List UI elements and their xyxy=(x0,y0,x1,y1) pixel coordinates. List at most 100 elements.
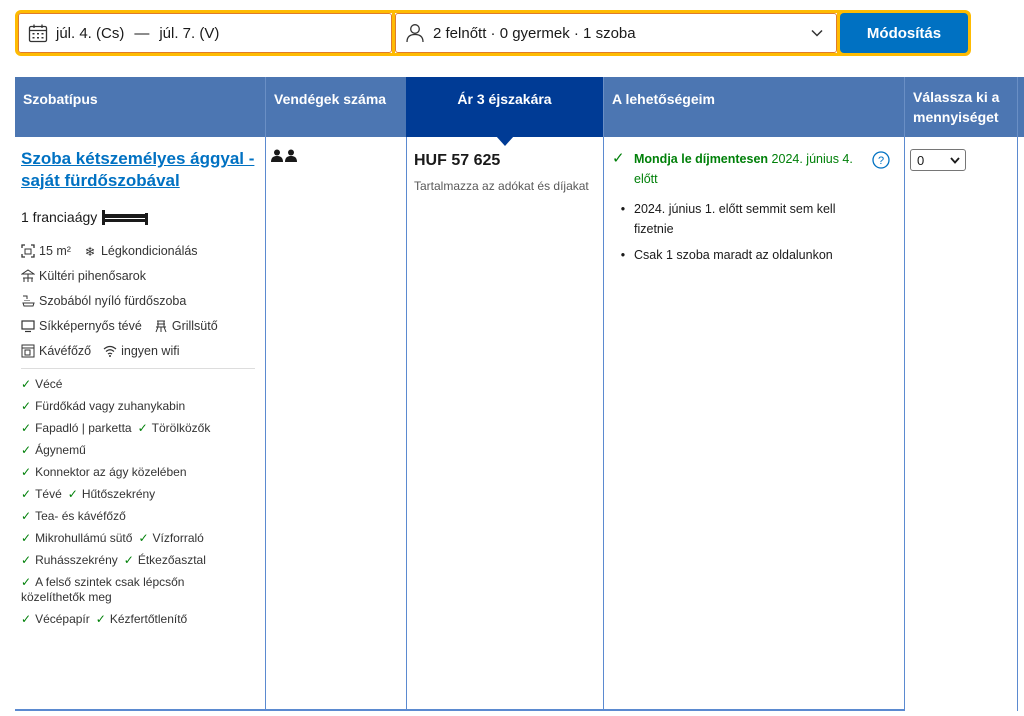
date-picker[interactable]: júl. 4. (Cs) — júl. 7. (V) xyxy=(15,10,395,56)
check-icon: ✓ xyxy=(612,150,625,167)
room-type-cell: Szoba kétszemélyes ággyal - saját fürdős… xyxy=(21,137,261,711)
price-note: Tartalmazza az adókat és díjakat xyxy=(414,179,589,193)
pay-later-row: • 2024. június 1. előtt semmit sem kell … xyxy=(612,199,897,239)
amenity-item: ✓ Tévé ✓ Hűtőszekrény xyxy=(21,487,156,501)
check-out-date: júl. 7. (V) xyxy=(159,24,220,42)
guests-cell xyxy=(271,137,401,711)
facility-coffee: Kávéfőző xyxy=(39,344,92,358)
bullet: • xyxy=(620,248,626,262)
amenity-item: ✓ A felső szintek csak lépcsőn közelíthet… xyxy=(21,575,185,604)
options-cell: ✓ Mondja le díjmentesen 2024. június 4. … xyxy=(612,137,897,711)
facility-grill: Grillsütő xyxy=(171,319,218,333)
check-icon: ✓ xyxy=(137,421,148,435)
header-extra xyxy=(1017,77,1024,137)
chevron-down-icon xyxy=(811,29,823,37)
facility-row: Kávéfőző ingyen wifi xyxy=(21,344,261,358)
amenity-item: ✓ Fürdőkád vagy zuhanykabin xyxy=(21,399,186,413)
bullet: • xyxy=(620,202,626,216)
amenity-item: ✓ Ágynemű xyxy=(21,443,86,457)
check-icon: ✓ xyxy=(123,553,134,567)
divider xyxy=(21,368,255,369)
facility-ac: Légkondicionálás xyxy=(100,244,198,258)
header-options: A lehetőségeim xyxy=(603,77,904,137)
header-quantity: Válassza ki a mennyiséget xyxy=(904,77,1017,137)
bed-info: 1 franciaágy xyxy=(21,208,261,226)
facility-tv: Síkképernyős tévé xyxy=(39,319,142,333)
amenity-item: ✓ Ruhásszekrény ✓ Étkezőasztal xyxy=(21,553,206,567)
quantity-value: 0 xyxy=(917,152,925,168)
check-icon: ✓ xyxy=(21,399,32,413)
chevron-down-icon xyxy=(950,156,960,164)
room-title-link[interactable]: Szoba kétszemélyes ággyal - saját fürdős… xyxy=(21,148,261,192)
column-divider xyxy=(904,137,905,711)
last-room-row: • Csak 1 szoba maradt az oldalunkon xyxy=(612,245,897,265)
amenity-item: ✓ Tea- és kávéfőző xyxy=(21,509,126,523)
patio-icon xyxy=(21,269,35,283)
bathroom-icon xyxy=(21,294,35,308)
column-divider xyxy=(1017,137,1018,711)
facility-row: 15 m² ❄ Légkondicionálás xyxy=(21,244,261,259)
wifi-icon xyxy=(103,344,117,358)
guests-selector[interactable]: 2 felnőtt · 0 gyermek · 1 szoba xyxy=(395,10,840,56)
free-cancellation-row: ✓ Mondja le díjmentesen 2024. június 4. … xyxy=(612,149,897,189)
check-icon: ✓ xyxy=(67,487,78,501)
check-icon: ✓ xyxy=(95,612,106,626)
amenity-item: ✓ Konnektor az ágy közelében xyxy=(21,465,187,479)
snowflake-icon: ❄ xyxy=(84,244,96,259)
tv-icon xyxy=(21,319,35,333)
svg-text:?: ? xyxy=(878,155,884,167)
check-icon: ✓ xyxy=(21,487,32,501)
header-room-type: Szobatípus xyxy=(15,77,265,137)
price-amount: HUF 57 625 xyxy=(414,152,501,169)
two-persons-icon xyxy=(271,149,297,162)
room-size-icon xyxy=(21,244,35,258)
modify-button[interactable]: Módosítás xyxy=(840,13,968,53)
check-icon: ✓ xyxy=(21,421,32,435)
amenity-item: ✓ Mikrohullámú sütő ✓ Vízforraló xyxy=(21,531,204,545)
check-icon: ✓ xyxy=(21,575,32,589)
last-room-text: Csak 1 szoba maradt az oldalunkon xyxy=(634,248,833,262)
column-divider xyxy=(406,137,407,711)
check-icon: ✓ xyxy=(138,531,149,545)
header-price: Ár 3 éjszakára xyxy=(406,77,603,146)
bed-label: 1 franciaágy xyxy=(21,209,98,225)
free-cancellation-bold: Mondja le díjmentesen xyxy=(634,152,769,166)
column-divider xyxy=(265,137,266,711)
check-icon: ✓ xyxy=(21,612,32,626)
amenity-item: ✓ Vécépapír ✓ Kézfertőtlenítő xyxy=(21,612,188,626)
facility-patio: Kültéri pihenősarok xyxy=(39,269,147,283)
facility-row: Kültéri pihenősarok xyxy=(21,269,261,283)
date-separator: — xyxy=(134,24,150,42)
check-icon: ✓ xyxy=(21,443,32,457)
free-cancellation-text: Mondja le díjmentesen 2024. június 4. el… xyxy=(634,149,864,189)
check-icon: ✓ xyxy=(21,465,32,479)
facility-row: Síkképernyős tévé Grillsütő xyxy=(21,319,261,333)
room-table: Szobatípus Vendégek száma Ár 3 éjszakára… xyxy=(15,77,1024,711)
price-cell: HUF 57 625 Tartalmazza az adókat és díja… xyxy=(414,137,596,711)
facility-row: Szobából nyíló fürdőszoba xyxy=(21,294,261,308)
amenity-item: ✓ Fapadló | parketta ✓ Törölközők xyxy=(21,421,211,435)
pay-later-text: 2024. június 1. előtt semmit sem kell fi… xyxy=(634,202,836,236)
room-size: 15 m² xyxy=(39,244,71,258)
amenity-item: ✓ Vécé xyxy=(21,377,63,391)
person-icon xyxy=(406,24,424,43)
check-icon: ✓ xyxy=(21,509,32,523)
search-bar: júl. 4. (Cs) — júl. 7. (V) 2 felnőtt · 0… xyxy=(15,10,971,56)
calendar-icon xyxy=(28,24,48,43)
quantity-select[interactable]: 0 xyxy=(910,149,966,171)
help-icon[interactable]: ? xyxy=(872,151,890,169)
grill-icon xyxy=(154,319,168,333)
check-icon: ✓ xyxy=(21,531,32,545)
facility-ensuite: Szobából nyíló fürdőszoba xyxy=(39,294,187,308)
check-icon: ✓ xyxy=(21,553,32,567)
header-guests: Vendégek száma xyxy=(265,77,406,137)
modify-button-wrap: Módosítás xyxy=(840,10,971,56)
coffee-machine-icon xyxy=(21,344,35,358)
guests-summary: 2 felnőtt · 0 gyermek · 1 szoba xyxy=(433,24,636,42)
quantity-cell: 0 xyxy=(910,137,1010,711)
check-in-date: júl. 4. (Cs) xyxy=(56,24,125,42)
double-bed-icon xyxy=(102,210,149,225)
facility-wifi: ingyen wifi xyxy=(121,344,180,358)
column-divider xyxy=(603,137,604,711)
check-icon: ✓ xyxy=(21,377,32,391)
